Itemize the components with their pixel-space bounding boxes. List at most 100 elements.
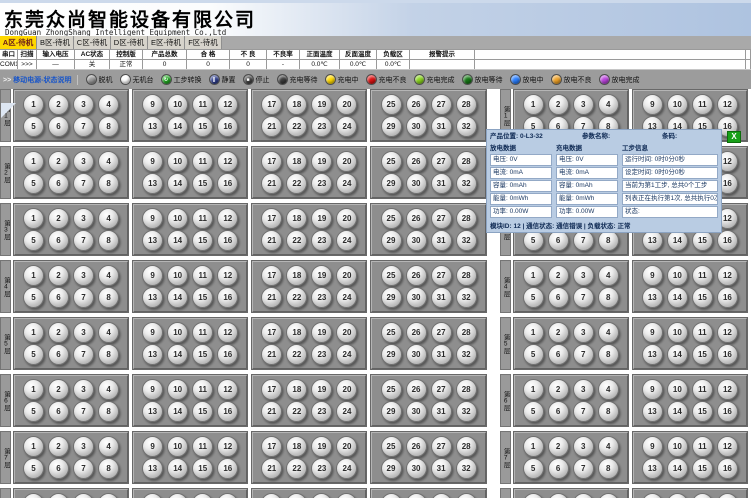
battery-cell[interactable]: 13 xyxy=(642,458,663,479)
tab-zone-2[interactable]: B区-待机 xyxy=(37,36,74,49)
battery-cell[interactable]: 21 xyxy=(261,344,282,365)
battery-cell[interactable]: 11 xyxy=(692,94,713,115)
battery-cell[interactable]: 32 xyxy=(456,458,477,479)
battery-cell[interactable]: 22 xyxy=(286,116,307,137)
battery-cell[interactable]: 3 xyxy=(73,208,94,229)
battery-cell[interactable]: 15 xyxy=(692,230,713,251)
battery-cell[interactable]: 1 xyxy=(523,493,544,498)
battery-cell[interactable]: 10 xyxy=(167,436,188,457)
battery-cell[interactable]: 8 xyxy=(598,287,619,308)
battery-cell[interactable]: 2 xyxy=(48,94,69,115)
battery-cell[interactable]: 29 xyxy=(381,173,402,194)
battery-cell[interactable]: 19 xyxy=(311,94,332,115)
battery-cell[interactable]: 7 xyxy=(73,287,94,308)
battery-cell[interactable]: 3 xyxy=(573,94,594,115)
battery-cell[interactable]: 17 xyxy=(261,493,282,498)
battery-cell[interactable]: 16 xyxy=(217,344,238,365)
battery-cell[interactable]: 15 xyxy=(192,401,213,422)
battery-cell[interactable]: 11 xyxy=(192,493,213,498)
tab-zone-6[interactable]: F区-待机 xyxy=(185,36,222,49)
battery-cell[interactable]: 8 xyxy=(98,458,119,479)
battery-cell[interactable]: 22 xyxy=(286,173,307,194)
battery-cell[interactable]: 11 xyxy=(692,265,713,286)
battery-cell[interactable]: 19 xyxy=(311,436,332,457)
battery-cell[interactable]: 1 xyxy=(23,151,44,172)
battery-cell[interactable]: 5 xyxy=(23,173,44,194)
battery-cell[interactable]: 4 xyxy=(598,265,619,286)
battery-cell[interactable]: 32 xyxy=(456,401,477,422)
battery-cell[interactable]: 9 xyxy=(642,94,663,115)
battery-cell[interactable]: 1 xyxy=(23,436,44,457)
battery-cell[interactable]: 12 xyxy=(217,265,238,286)
battery-cell[interactable]: 3 xyxy=(573,322,594,343)
battery-cell[interactable]: 3 xyxy=(573,265,594,286)
battery-cell[interactable]: 32 xyxy=(456,116,477,137)
battery-cell[interactable]: 7 xyxy=(73,401,94,422)
battery-cell[interactable]: 26 xyxy=(406,379,427,400)
battery-cell[interactable]: 5 xyxy=(23,287,44,308)
battery-cell[interactable]: 5 xyxy=(523,287,544,308)
battery-cell[interactable]: 19 xyxy=(311,208,332,229)
battery-cell[interactable]: 4 xyxy=(98,265,119,286)
battery-cell[interactable]: 1 xyxy=(523,379,544,400)
battery-cell[interactable]: 8 xyxy=(598,230,619,251)
battery-cell[interactable]: 8 xyxy=(98,173,119,194)
battery-cell[interactable]: 24 xyxy=(336,230,357,251)
battery-cell[interactable]: 30 xyxy=(406,401,427,422)
battery-cell[interactable]: 9 xyxy=(642,265,663,286)
battery-cell[interactable]: 9 xyxy=(142,436,163,457)
battery-cell[interactable]: 31 xyxy=(431,230,452,251)
battery-cell[interactable]: 11 xyxy=(692,493,713,498)
battery-cell[interactable]: 25 xyxy=(381,94,402,115)
battery-cell[interactable]: 11 xyxy=(192,151,213,172)
battery-cell[interactable]: 28 xyxy=(456,322,477,343)
battery-cell[interactable]: 22 xyxy=(286,287,307,308)
battery-cell[interactable]: 20 xyxy=(336,208,357,229)
battery-cell[interactable]: 4 xyxy=(598,322,619,343)
battery-cell[interactable]: 20 xyxy=(336,493,357,498)
battery-cell[interactable]: 14 xyxy=(667,287,688,308)
battery-cell[interactable]: 1 xyxy=(23,322,44,343)
battery-cell[interactable]: 22 xyxy=(286,458,307,479)
battery-cell[interactable]: 3 xyxy=(73,379,94,400)
battery-cell[interactable]: 17 xyxy=(261,322,282,343)
battery-cell[interactable]: 8 xyxy=(98,287,119,308)
battery-cell[interactable]: 15 xyxy=(192,116,213,137)
battery-cell[interactable]: 31 xyxy=(431,116,452,137)
battery-cell[interactable]: 10 xyxy=(167,493,188,498)
battery-cell[interactable]: 8 xyxy=(598,458,619,479)
battery-cell[interactable]: 12 xyxy=(217,379,238,400)
battery-cell[interactable]: 29 xyxy=(381,116,402,137)
battery-cell[interactable]: 12 xyxy=(217,493,238,498)
battery-cell[interactable]: 27 xyxy=(431,94,452,115)
battery-cell[interactable]: 13 xyxy=(142,230,163,251)
battery-cell[interactable]: 10 xyxy=(667,493,688,498)
battery-cell[interactable]: 10 xyxy=(167,151,188,172)
battery-cell[interactable]: 16 xyxy=(717,230,738,251)
battery-cell[interactable]: 4 xyxy=(598,94,619,115)
battery-cell[interactable]: 16 xyxy=(217,230,238,251)
battery-cell[interactable]: 32 xyxy=(456,230,477,251)
battery-cell[interactable]: 12 xyxy=(717,493,738,498)
battery-cell[interactable]: 5 xyxy=(23,344,44,365)
battery-cell[interactable]: 5 xyxy=(23,230,44,251)
battery-cell[interactable]: 21 xyxy=(261,230,282,251)
battery-cell[interactable]: 12 xyxy=(217,436,238,457)
battery-cell[interactable]: 14 xyxy=(167,230,188,251)
battery-cell[interactable]: 3 xyxy=(573,493,594,498)
battery-cell[interactable]: 2 xyxy=(48,265,69,286)
battery-cell[interactable]: 3 xyxy=(573,379,594,400)
battery-cell[interactable]: 14 xyxy=(667,401,688,422)
battery-cell[interactable]: 21 xyxy=(261,287,282,308)
battery-cell[interactable]: 8 xyxy=(98,116,119,137)
battery-cell[interactable]: 4 xyxy=(98,208,119,229)
battery-cell[interactable]: 16 xyxy=(217,287,238,308)
battery-cell[interactable]: 12 xyxy=(717,436,738,457)
battery-cell[interactable]: 24 xyxy=(336,116,357,137)
battery-cell[interactable]: 7 xyxy=(73,458,94,479)
battery-cell[interactable]: 27 xyxy=(431,436,452,457)
battery-cell[interactable]: 17 xyxy=(261,436,282,457)
battery-cell[interactable]: 21 xyxy=(261,458,282,479)
battery-cell[interactable]: 9 xyxy=(642,322,663,343)
battery-cell[interactable]: 26 xyxy=(406,436,427,457)
